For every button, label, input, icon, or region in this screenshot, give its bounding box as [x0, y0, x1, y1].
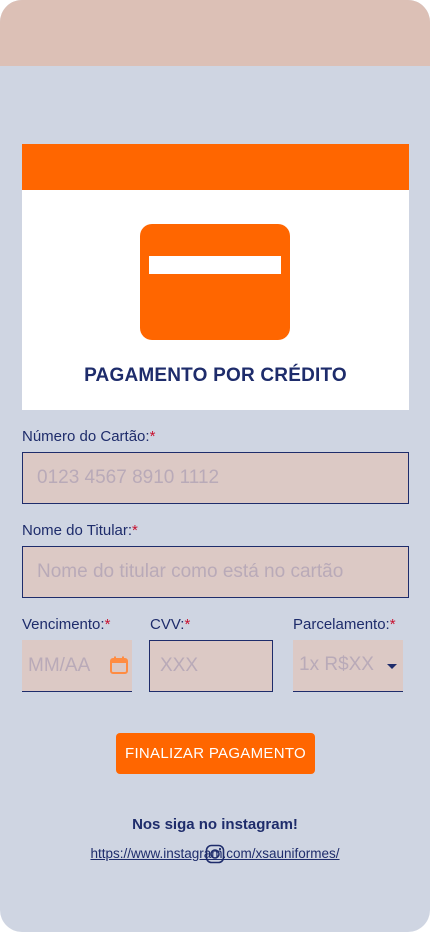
expiry-label-text: Vencimento:: [22, 616, 105, 633]
cvv-label-text: CVV:: [150, 616, 185, 633]
credit-card-icon: [140, 224, 290, 340]
card-number-field-box: [22, 452, 409, 504]
cvv-input[interactable]: [150, 641, 272, 691]
required-mark: *: [184, 616, 191, 633]
page-title: PAGAMENTO POR CRÉDITO: [84, 365, 347, 386]
required-mark: *: [104, 616, 111, 633]
installments-select[interactable]: 1x R$XX: [293, 640, 403, 692]
card-number-label: Número do Cartão:*: [22, 428, 155, 445]
installments-label-text: Parcelamento:: [293, 616, 390, 633]
finalize-payment-button[interactable]: FINALIZAR PAGAMENTO: [116, 733, 315, 774]
required-mark: *: [149, 428, 156, 445]
expiry-field-box: [22, 640, 132, 692]
card-stripe: [149, 256, 281, 274]
required-mark: *: [389, 616, 396, 633]
follow-instagram-text: Nos siga no instagram!: [132, 816, 298, 833]
holder-name-field-box: [22, 546, 409, 598]
installments-label: Parcelamento:*: [293, 616, 396, 633]
holder-name-input[interactable]: [23, 547, 408, 597]
top-header-band: [0, 0, 430, 66]
payment-screen: PAGAMENTO POR CRÉDITO Número do Cartão:*…: [0, 0, 430, 932]
payment-header-panel: PAGAMENTO POR CRÉDITO: [22, 144, 409, 410]
cvv-label: CVV:*: [150, 616, 190, 633]
installments-selected-value: 1x R$XX: [299, 654, 374, 675]
caret-down-icon: [387, 664, 397, 669]
cvv-field-box: [149, 640, 273, 692]
expiry-label: Vencimento:*: [22, 616, 110, 633]
required-mark: *: [132, 522, 138, 539]
card-number-label-text: Número do Cartão:: [22, 428, 150, 445]
holder-name-label-text: Nome do Titular:: [22, 522, 133, 539]
card-number-input[interactable]: [23, 453, 408, 503]
calendar-icon[interactable]: [109, 655, 129, 675]
holder-name-label: Nome do Titular:*: [22, 522, 138, 539]
panel-accent-bar: [22, 144, 409, 190]
instagram-icon: [205, 844, 225, 864]
